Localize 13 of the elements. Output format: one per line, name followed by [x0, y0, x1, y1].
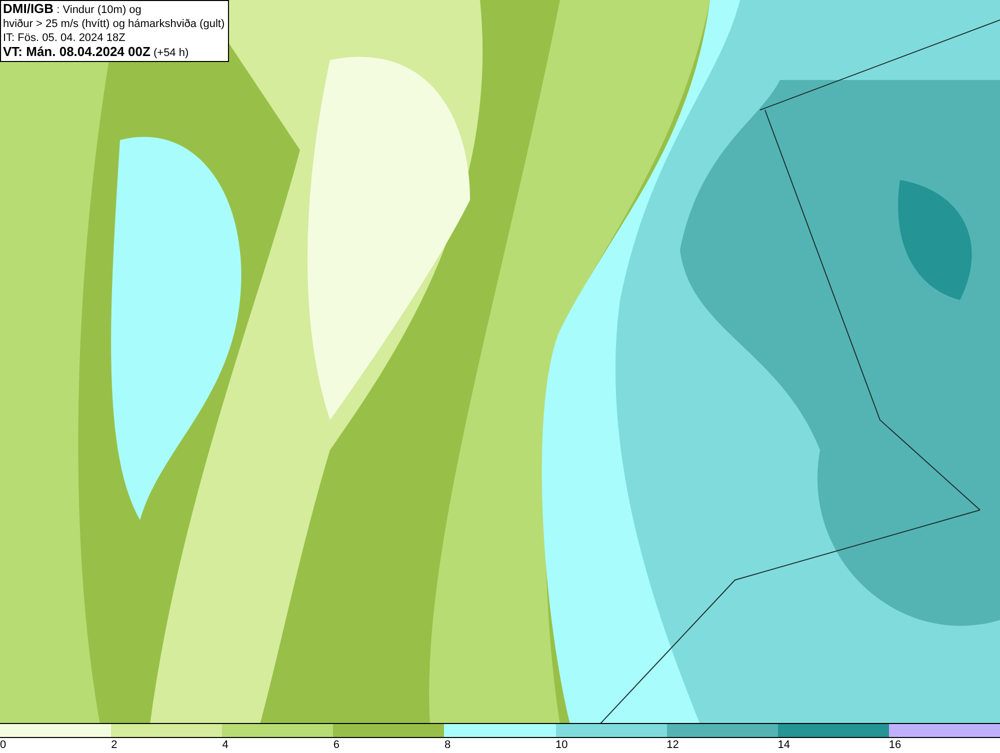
legend-tick-label: 6: [333, 739, 340, 752]
title-line: DMI/IGB : Vindur (10m) og: [3, 2, 142, 17]
title-line: VT: Mán. 08.04.2024 00Z (+54 h): [3, 45, 190, 60]
legend-tick-label: 16: [888, 739, 902, 752]
legend-tick-label: 10: [556, 739, 568, 752]
legend-tick-label: 4: [222, 739, 228, 752]
legend-tick-label: 8: [444, 739, 451, 752]
legend-tick-label: 12: [666, 739, 679, 752]
legend-tick-label: 2: [111, 739, 118, 752]
legend-tick-label: 14: [778, 739, 790, 752]
legend-tick-label: 0: [0, 739, 6, 752]
title-line: IT: Fös. 05. 04. 2024 18Z: [3, 31, 126, 45]
title-line: hviður > 25 m/s (hvítt) og hámarkshviða (gult): [3, 17, 225, 31]
